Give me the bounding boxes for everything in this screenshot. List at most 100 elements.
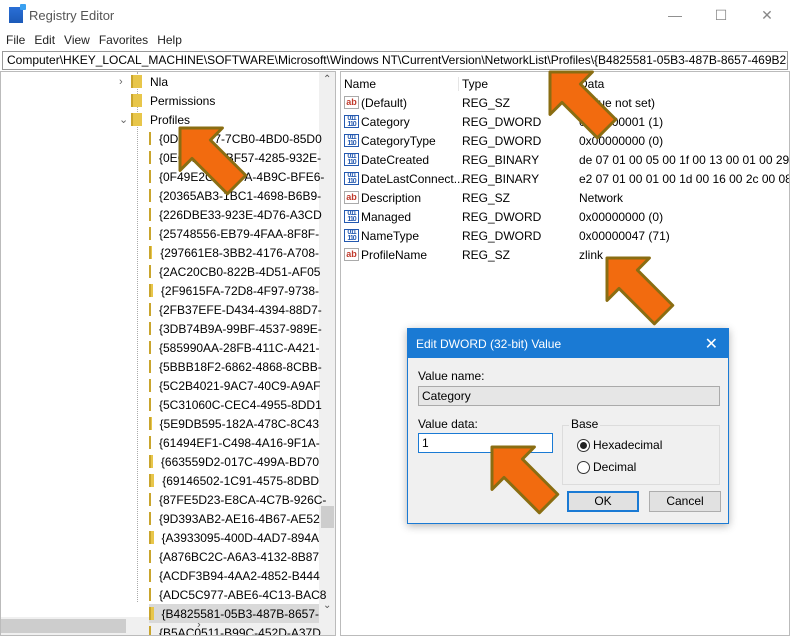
tree-item-profile[interactable]: {20365AB3-1BC1-4698-B6B9-: [149, 186, 321, 205]
tree-item-permissions[interactable]: Permissions: [131, 91, 215, 110]
tree-item-profile[interactable]: {0D1B5A77-7CB0-4BD0-85D0: [149, 129, 322, 148]
tree-item-profile[interactable]: {5C31060C-CEC4-4955-8DD1: [149, 395, 322, 414]
value-type: REG_DWORD: [462, 114, 542, 129]
tree-item-label: {297661E8-3BB2-4176-A708-: [160, 245, 319, 260]
menu-edit[interactable]: Edit: [34, 33, 55, 47]
value-row[interactable]: ab Description REG_SZ Network: [341, 188, 789, 207]
decimal-label: Decimal: [593, 460, 637, 474]
tree-item-profile[interactable]: {2AC20CB0-822B-4D51-AF05: [149, 262, 320, 281]
close-button[interactable]: ✕: [744, 0, 790, 30]
tree-item-label: Permissions: [150, 93, 216, 108]
value-row[interactable]: 011 110 DateLastConnect... REG_BINARY e2 07 …: [341, 169, 790, 188]
scroll-up-icon[interactable]: ⌃: [323, 74, 331, 85]
value-row[interactable]: 011 110 NameType REG_DWORD 0x00000047 (71): [341, 226, 789, 245]
maximize-button[interactable]: ☐: [698, 0, 744, 30]
value-data: e2 07 01 00 01 00 1d 00 16 00 2c 00 08: [579, 171, 790, 186]
column-data[interactable]: Data: [575, 76, 604, 91]
tree-item-label: {0F49E2C6-109A-4B9C-BFE6-: [159, 169, 325, 184]
folder-icon: [149, 379, 151, 392]
tree-item-profile[interactable]: {297661E8-3BB2-4176-A708-: [149, 243, 319, 262]
value-type: REG_DWORD: [462, 133, 542, 148]
tree-item-profile[interactable]: {A3933095-400D-4AD7-894A: [149, 528, 319, 547]
chevron-down-icon[interactable]: ⌄: [119, 113, 128, 126]
tree-item-profile[interactable]: {B4825581-05B3-487B-8657-: [149, 604, 319, 623]
tree-item-label: {ACDF3B94-4AA2-4852-B444: [159, 568, 320, 583]
ok-button[interactable]: OK: [567, 491, 639, 512]
tree-item-profile[interactable]: {5C2B4021-9AC7-40C9-A9AF: [149, 376, 320, 395]
value-type: REG_SZ: [462, 95, 511, 110]
tree-item-profile[interactable]: {25748556-EB79-4FAA-8F8F-: [149, 224, 319, 243]
value-row[interactable]: 011 110 CategoryType REG_DWORD 0x00000000 (0…: [341, 131, 789, 150]
tree-item-label: {5BBB18F2-6862-4868-8CBB-: [159, 359, 322, 374]
value-name: 011 110 DateCreated: [344, 153, 429, 167]
tree-item-profile[interactable]: {9D393AB2-AE16-4B67-AE52: [149, 509, 320, 528]
tree-item-profile[interactable]: {226DBE33-923E-4D76-A3CD: [149, 205, 322, 224]
value-data: (value not set): [579, 95, 656, 110]
tree-item-profile[interactable]: {5BBB18F2-6862-4868-8CBB-: [149, 357, 322, 376]
minimize-button[interactable]: —: [652, 0, 698, 30]
tree-item-profile[interactable]: {0E6F1AC5-BF57-4285-932E-: [149, 148, 321, 167]
hexadecimal-radio[interactable]: Hexadecimal: [577, 438, 662, 452]
tree-item-profile[interactable]: {0F49E2C6-109A-4B9C-BFE6-: [149, 167, 324, 186]
menu-help[interactable]: Help: [157, 33, 182, 47]
value-row[interactable]: ab ProfileName REG_SZ zlink: [341, 245, 789, 264]
chevron-right-icon[interactable]: ›: [119, 76, 123, 88]
value-row[interactable]: 011 110 DateCreated REG_BINARY de 07 01 00 0…: [341, 150, 790, 169]
list-header: Name Type Data: [341, 74, 789, 93]
tree-item-profile[interactable]: {69146502-1C91-4575-8DBD: [149, 471, 319, 490]
value-name-text: NameType: [361, 228, 420, 243]
scroll-thumb[interactable]: [321, 506, 334, 528]
value-data: 0x00000000 (0): [579, 133, 664, 148]
tree-item-profile[interactable]: {2FB37EFE-D434-4394-88D7-: [149, 300, 322, 319]
column-type[interactable]: Type: [458, 76, 488, 91]
tree-item-profile[interactable]: {3DB74B9A-99BF-4537-989E-: [149, 319, 322, 338]
value-row[interactable]: 011 110 Category REG_DWORD 0x00000001 (1): [341, 112, 789, 131]
value-row[interactable]: 011 110 Managed REG_DWORD 0x00000000 (0): [341, 207, 789, 226]
scroll-thumb[interactable]: [1, 619, 126, 633]
tree-item-label: {B4825581-05B3-487B-8657-: [161, 606, 319, 621]
menu-file[interactable]: File: [6, 33, 25, 47]
value-data-input[interactable]: 1: [418, 433, 553, 453]
tree-item-label: {226DBE33-923E-4D76-A3CD: [159, 207, 322, 222]
scroll-down-icon[interactable]: ⌄: [323, 600, 331, 611]
menu-favorites[interactable]: Favorites: [99, 33, 148, 47]
value-name-text: Managed: [361, 209, 412, 224]
folder-icon: [149, 303, 151, 316]
dialog-title-bar: Edit DWORD (32-bit) Value ✕: [408, 329, 728, 358]
tree-item-profile[interactable]: {ADC5C977-ABE6-4C13-BAC8: [149, 585, 326, 604]
tree-item-label: {663559D2-017C-499A-BD70: [160, 454, 319, 469]
tree-item-label: {25748556-EB79-4FAA-8F8F-: [159, 226, 320, 241]
value-data: Network: [579, 190, 624, 205]
value-name-text: CategoryType: [361, 133, 436, 148]
tree-item-profile[interactable]: {87FE5D23-E8CA-4C7B-926C-: [149, 490, 326, 509]
tree-item-profile[interactable]: {585990AA-28FB-411C-A421-: [149, 338, 320, 357]
hexadecimal-label: Hexadecimal: [593, 438, 663, 452]
value-data: de 07 01 00 05 00 1f 00 13 00 01 00 29: [579, 152, 790, 167]
value-name-text: Category: [361, 114, 410, 129]
string-value-icon: ab: [344, 248, 359, 261]
menu-view[interactable]: View: [64, 33, 90, 47]
address-bar[interactable]: Computer\HKEY_LOCAL_MACHINE\SOFTWARE\Mic…: [2, 51, 788, 70]
tree-item-profile[interactable]: {B5AC0511-B99C-452D-A37D: [149, 623, 321, 636]
tree-vertical-scrollbar[interactable]: ⌃ ⌄: [319, 72, 335, 617]
tree-item-label: Nla: [150, 74, 169, 89]
folder-icon: [149, 512, 151, 525]
tree-item-profile[interactable]: {ACDF3B94-4AA2-4852-B444: [149, 566, 320, 585]
cancel-button[interactable]: Cancel: [649, 491, 721, 512]
tree-item-profile[interactable]: {61494EF1-C498-4A16-9F1A-: [149, 433, 320, 452]
tree-item-profile[interactable]: {663559D2-017C-499A-BD70: [149, 452, 319, 471]
value-row[interactable]: ab (Default) REG_SZ (value not set): [341, 93, 789, 112]
tree-item-profiles[interactable]: ⌄ Profiles: [119, 110, 190, 129]
tree-item-profile[interactable]: {A876BC2C-A6A3-4132-8B87: [149, 547, 319, 566]
base-group: Base Hexadecimal Decimal: [562, 417, 720, 485]
dialog-close-icon[interactable]: ✕: [705, 334, 718, 354]
folder-icon: [149, 398, 151, 411]
column-name[interactable]: Name: [344, 77, 376, 91]
tree-item-profile[interactable]: {2F9615FA-72D8-4F97-9738-: [149, 281, 319, 300]
tree-item-label: {B5AC0511-B99C-452D-A37D: [159, 625, 321, 636]
value-name-field[interactable]: Category: [418, 386, 720, 406]
tree-item-profile[interactable]: {5E9DB595-182A-478C-8C43: [149, 414, 319, 433]
tree-item-nla[interactable]: › Nla: [119, 72, 169, 91]
registry-editor-icon: [9, 4, 26, 23]
decimal-radio[interactable]: Decimal: [577, 460, 636, 474]
